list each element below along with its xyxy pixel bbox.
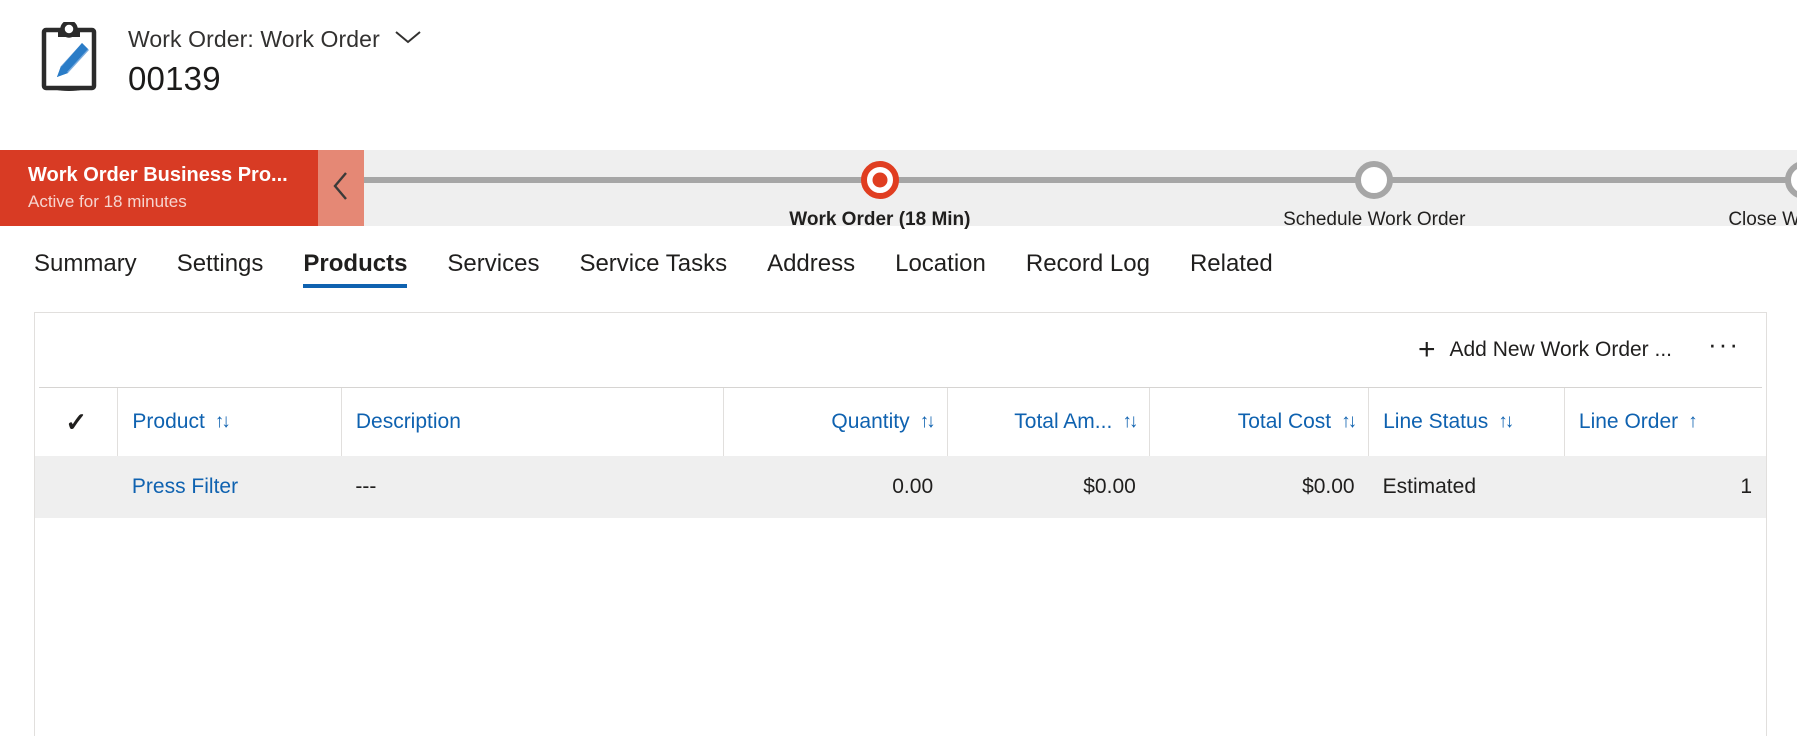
column-header-product[interactable]: Product ↑↓ <box>118 388 341 456</box>
cell-product[interactable]: Press Filter <box>118 456 341 518</box>
column-header-quantity[interactable]: Quantity ↑↓ <box>724 388 947 456</box>
cell-description: --- <box>341 456 723 518</box>
column-header-description[interactable]: Description <box>341 388 723 456</box>
column-label: Total Cost <box>1238 410 1331 434</box>
tab-summary[interactable]: Summary <box>34 250 157 288</box>
column-header-total-amount[interactable]: Total Am... ↑↓ <box>947 388 1150 456</box>
products-table: ✓ Product ↑↓ Description Quantity <box>35 388 1766 518</box>
bpf-stage-schedule-work-order[interactable]: Schedule Work Order <box>1209 150 1539 231</box>
record-title-block: Work Order: Work Order 00139 <box>128 18 422 98</box>
sort-updown-icon: ↑↓ <box>1498 411 1511 433</box>
bpf-name-title: Work Order Business Pro... <box>28 162 298 188</box>
work-order-clipboard-icon <box>38 22 100 94</box>
record-header: Work Order: Work Order 00139 <box>0 0 1797 150</box>
bpf-stage-track: Work Order (18 Min) Schedule Work Order … <box>364 150 1797 226</box>
cell-quantity: 0.00 <box>724 456 947 518</box>
tab-record-log[interactable]: Record Log <box>1006 250 1170 288</box>
tab-related[interactable]: Related <box>1170 250 1293 288</box>
checkmark-icon: ✓ <box>49 407 103 438</box>
add-new-work-order-product-button[interactable]: + Add New Work Order ... <box>1406 332 1684 368</box>
bpf-collapse-button[interactable] <box>318 150 364 226</box>
cell-line-order: 1 <box>1564 456 1766 518</box>
table-row[interactable]: Press Filter --- 0.00 $0.00 $0.00 Estima… <box>35 456 1766 518</box>
work-order-products-grid-panel: + Add New Work Order ... ··· ✓ Produ <box>34 312 1767 736</box>
column-label: Line Status <box>1383 410 1488 434</box>
column-header-line-order[interactable]: Line Order ↑ <box>1564 388 1766 456</box>
record-type-label: Work Order: Work Order <box>128 26 380 53</box>
tab-address[interactable]: Address <box>747 250 875 288</box>
sort-updown-icon: ↑↓ <box>920 411 933 433</box>
business-process-flow: Work Order Business Pro... Active for 18… <box>0 150 1797 226</box>
sort-up-icon: ↑ <box>1688 411 1695 433</box>
column-label: Description <box>356 410 461 434</box>
stage-label: Close Work Order <box>1639 209 1797 231</box>
stage-dot-icon <box>1355 161 1393 199</box>
record-number: 00139 <box>128 60 422 98</box>
tab-settings[interactable]: Settings <box>157 250 284 288</box>
form-tab-bar: Summary Settings Products Services Servi… <box>0 226 1797 288</box>
sort-updown-icon: ↑↓ <box>1122 411 1135 433</box>
stage-dot-active-icon <box>861 161 899 199</box>
add-button-label: Add New Work Order ... <box>1450 338 1673 362</box>
chevron-down-icon[interactable] <box>394 29 422 50</box>
cell-line-status: Estimated <box>1369 456 1565 518</box>
stage-label: Schedule Work Order <box>1209 209 1539 231</box>
column-header-line-status[interactable]: Line Status ↑↓ <box>1369 388 1565 456</box>
plus-icon: + <box>1418 339 1436 361</box>
bpf-stage-close-work-order[interactable]: Close Work Order <box>1639 150 1797 231</box>
stage-label: Work Order (18 Min) <box>715 209 1045 231</box>
row-select-checkbox[interactable] <box>35 456 118 518</box>
grid-command-bar: + Add New Work Order ... ··· <box>35 313 1766 387</box>
table-header-row: ✓ Product ↑↓ Description Quantity <box>35 388 1766 456</box>
grid-overflow-menu-button[interactable]: ··· <box>1692 338 1756 362</box>
chevron-left-icon <box>331 170 351 207</box>
column-header-total-cost[interactable]: Total Cost ↑↓ <box>1150 388 1369 456</box>
tab-services[interactable]: Services <box>427 250 559 288</box>
column-label: Line Order <box>1579 410 1678 434</box>
tab-service-tasks[interactable]: Service Tasks <box>559 250 747 288</box>
bpf-name-panel[interactable]: Work Order Business Pro... Active for 18… <box>0 150 318 226</box>
column-label: Quantity <box>831 410 909 434</box>
sort-updown-icon: ↑↓ <box>215 411 228 433</box>
tab-location[interactable]: Location <box>875 250 1006 288</box>
select-all-header[interactable]: ✓ <box>35 388 118 456</box>
product-link[interactable]: Press Filter <box>132 475 238 498</box>
tab-products[interactable]: Products <box>283 250 427 288</box>
cell-total-amount: $0.00 <box>947 456 1150 518</box>
bpf-connector-line <box>364 177 1797 183</box>
stage-dot-icon <box>1785 161 1797 199</box>
cell-total-cost: $0.00 <box>1150 456 1369 518</box>
column-label: Total Am... <box>1014 410 1112 434</box>
bpf-stage-work-order[interactable]: Work Order (18 Min) <box>715 150 1045 231</box>
column-label: Product <box>132 410 204 434</box>
record-type-row[interactable]: Work Order: Work Order <box>128 26 422 53</box>
bpf-active-duration: Active for 18 minutes <box>28 190 298 214</box>
sort-updown-icon: ↑↓ <box>1341 411 1354 433</box>
